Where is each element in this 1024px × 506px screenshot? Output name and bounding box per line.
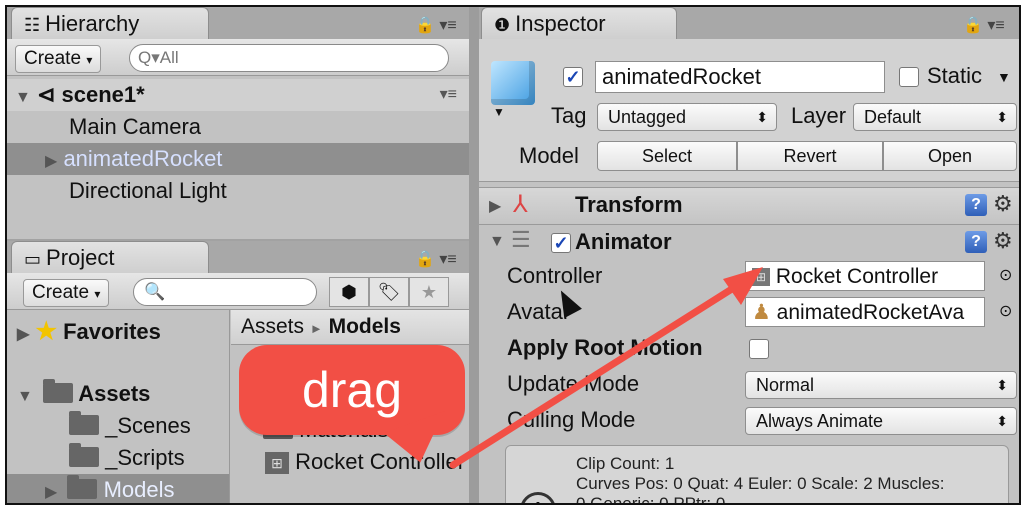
expand-triangle-icon[interactable]: ▶ <box>7 326 29 343</box>
project-search-input[interactable]: 🔍 <box>133 278 317 306</box>
folder-icon <box>69 443 99 468</box>
hierarchy-item[interactable]: Main Camera <box>7 111 469 143</box>
model-label: Model <box>519 143 579 168</box>
folder-icon <box>67 475 98 500</box>
editor-window: ☷ Hierarchy 🔒 ▾≡ Create ▾ Q▾All ▼ ⊲ scen… <box>5 5 1021 505</box>
drag-callout-text: drag <box>301 362 403 418</box>
updown-arrow-icon: ⬍ <box>996 413 1008 429</box>
tab-inspector[interactable]: ❶ Inspector <box>481 7 677 39</box>
info-line: 0 Generic: 0 PPtr: 0 <box>576 494 725 503</box>
info-circle-icon: ! <box>520 492 556 503</box>
animator-controller-icon: ⊞ <box>265 452 289 475</box>
transform-header[interactable]: ▶ ⅄ Transform ? ⚙ <box>479 187 1019 225</box>
animator-enabled-checkbox[interactable]: ✓ <box>551 233 571 253</box>
folder-icon <box>69 411 99 436</box>
inspector-panel: ❶ Inspector 🔒 ▾≡ ▼ ✓ animatedRocket Stat… <box>479 7 1019 503</box>
icon-dropdown-arrow[interactable]: ▼ <box>493 105 505 119</box>
hierarchy-lock-menu-icon[interactable]: 🔒 ▾≡ <box>415 15 457 35</box>
updown-arrow-icon: ⬍ <box>756 109 768 125</box>
expand-triangle-icon[interactable]: ▶ <box>7 153 57 170</box>
tab-project[interactable]: ▭ Project <box>11 241 209 273</box>
unity-logo-icon: ⊲ <box>36 82 56 107</box>
scene-menu-icon[interactable]: ▾≡ <box>440 79 457 111</box>
hierarchy-panel: ☷ Hierarchy 🔒 ▾≡ Create ▾ Q▾All ▼ ⊲ scen… <box>7 7 469 239</box>
tag-label: Tag <box>551 103 587 128</box>
info-line: Clip Count: 1 <box>576 454 675 473</box>
help-book-icon[interactable]: ? <box>965 194 987 216</box>
model-select-button[interactable]: Select <box>597 141 737 171</box>
animator-info-box: ! Clip Count: 1 Curves Pos: 0 Quat: 4 Eu… <box>505 445 1009 503</box>
cube-icon <box>491 61 535 105</box>
object-name-field[interactable]: animatedRocket <box>595 61 885 93</box>
expand-triangle-icon[interactable]: ▶ <box>7 484 57 501</box>
updown-arrow-icon: ⬍ <box>996 377 1008 393</box>
updown-arrow-icon: ⬍ <box>996 109 1008 125</box>
object-header: ▼ ✓ animatedRocket Static ▼ Tag Untagged… <box>479 39 1019 182</box>
panel-divider[interactable] <box>469 7 479 503</box>
hierarchy-create-button[interactable]: Create ▾ <box>15 45 102 73</box>
folder-row[interactable]: _Scenes <box>7 410 229 442</box>
active-checkbox[interactable]: ✓ <box>563 67 583 87</box>
filter-by-type-icon[interactable]: ⬢ <box>329 277 369 307</box>
controller-label: Controller <box>507 263 603 288</box>
animator-component-icon: ☰ <box>511 227 531 252</box>
hierarchy-item[interactable]: Directional Light <box>7 175 469 207</box>
project-toolbar: Create ▾ 🔍 ⬢ 🏷 ★ <box>7 273 469 310</box>
layer-label: Layer <box>791 103 847 128</box>
model-revert-button[interactable]: Revert <box>737 141 883 171</box>
star-icon: ★ <box>35 318 57 345</box>
model-open-button[interactable]: Open <box>883 141 1017 171</box>
drag-callout: drag <box>239 345 465 471</box>
apply-root-motion-checkbox[interactable] <box>749 339 769 359</box>
tag-dropdown[interactable]: Untagged ⬍ <box>597 103 777 131</box>
animator-controller-icon: ⊞ <box>752 268 770 287</box>
project-create-button[interactable]: Create ▾ <box>23 279 110 307</box>
info-icon: ❶ <box>494 15 516 35</box>
favorites-row[interactable]: ▶ ★ Favorites <box>7 316 229 348</box>
folder-tab-icon: ▭ <box>24 249 47 269</box>
apply-root-motion-label: Apply Root Motion <box>507 335 703 360</box>
folder-row[interactable]: _Scripts <box>7 442 229 474</box>
favorite-star-icon[interactable]: ★ <box>409 277 449 307</box>
hierarchy-list-icon: ☷ <box>24 15 46 35</box>
gear-icon[interactable]: ⚙ <box>993 191 1013 217</box>
culling-mode-label: Culling Mode <box>507 407 636 432</box>
layer-dropdown[interactable]: Default ⬍ <box>853 103 1017 131</box>
inspector-lock-menu-icon[interactable]: 🔒 ▾≡ <box>963 15 1005 35</box>
expand-triangle-icon[interactable]: ▶ <box>489 196 501 216</box>
tab-hierarchy[interactable]: ☷ Hierarchy <box>11 7 209 39</box>
scene-row[interactable]: ▼ ⊲ scene1* ▾≡ <box>7 79 469 111</box>
assets-row[interactable]: ▼ Assets <box>7 378 229 410</box>
project-tree: ▶ ★ Favorites ▼ Assets _Scenes _Scripts … <box>7 310 230 503</box>
object-picker-icon[interactable]: ⊙ <box>999 265 1012 285</box>
hierarchy-toolbar: Create ▾ Q▾All <box>7 39 469 76</box>
folder-icon <box>42 379 73 404</box>
filter-by-label-icon[interactable]: 🏷 <box>369 277 409 307</box>
expand-triangle-icon[interactable]: ▼ <box>7 89 31 106</box>
breadcrumb: Assets ► Models <box>231 310 469 345</box>
culling-mode-dropdown[interactable]: Always Animate ⬍ <box>745 407 1017 435</box>
static-checkbox[interactable] <box>899 67 919 87</box>
avatar-field[interactable]: ♟ animatedRocketAva <box>745 297 985 327</box>
gear-icon[interactable]: ⚙ <box>993 228 1013 254</box>
controller-field[interactable]: ⊞ Rocket Controller <box>745 261 985 291</box>
info-line: Curves Pos: 0 Quat: 4 Euler: 0 Scale: 2 … <box>576 474 945 493</box>
hierarchy-item-selected[interactable]: ▶ animatedRocket <box>7 143 469 175</box>
folder-row-selected[interactable]: ▶ Models <box>7 474 229 503</box>
hierarchy-search-input[interactable]: Q▾All <box>129 44 449 72</box>
transform-axes-icon: ⅄ <box>513 191 528 218</box>
avatar-icon: ♟ <box>752 301 771 324</box>
static-label: Static <box>927 63 983 88</box>
project-lock-menu-icon[interactable]: 🔒 ▾≡ <box>415 249 457 269</box>
expand-triangle-icon[interactable]: ▼ <box>489 233 505 251</box>
object-picker-icon[interactable]: ⊙ <box>999 301 1012 321</box>
animator-header[interactable]: ▼ ☰ ✓ Animator ? ⚙ <box>479 225 1019 261</box>
search-icon: Q▾ <box>138 48 160 67</box>
help-book-icon[interactable]: ? <box>965 231 987 253</box>
update-mode-label: Update Mode <box>507 371 640 396</box>
expand-triangle-icon[interactable]: ▼ <box>7 388 33 405</box>
static-dropdown-arrow[interactable]: ▼ <box>997 69 1011 85</box>
update-mode-dropdown[interactable]: Normal ⬍ <box>745 371 1017 399</box>
search-icon: 🔍 <box>144 282 166 301</box>
